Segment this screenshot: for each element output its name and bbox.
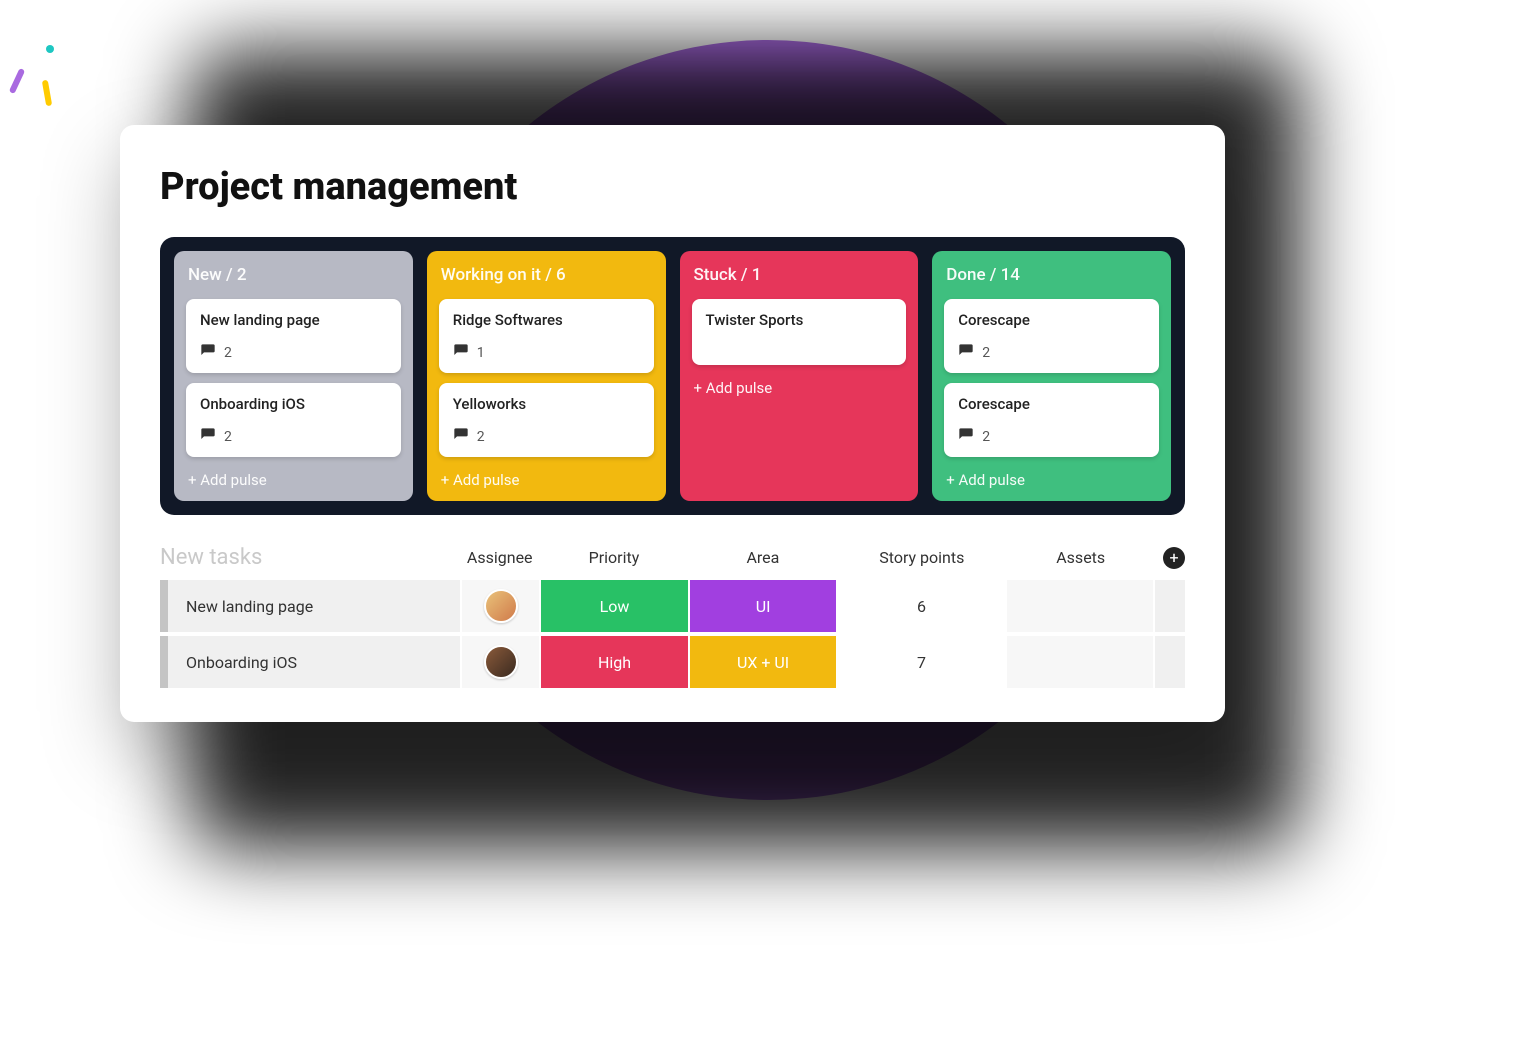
column-header: Working on it / 6: [439, 263, 654, 289]
kanban-card[interactable]: Corescape 2: [944, 383, 1159, 457]
row-accent: [160, 636, 168, 688]
comment-count: 2: [982, 429, 990, 445]
assignee-cell[interactable]: [462, 580, 539, 632]
priority-cell[interactable]: High: [541, 636, 688, 688]
kanban-card[interactable]: Ridge Softwares 1: [439, 299, 654, 373]
card-comments[interactable]: 2: [200, 427, 387, 447]
table-header-row: New tasks Assignee Priority Area Story p…: [160, 545, 1185, 580]
area-cell[interactable]: UX + UI: [690, 636, 837, 688]
assets-cell[interactable]: [1007, 580, 1154, 632]
section-title: New tasks: [160, 545, 460, 570]
column-working: Working on it / 6 Ridge Softwares 1 Yell…: [427, 251, 666, 501]
tasks-table: New tasks Assignee Priority Area Story p…: [160, 545, 1185, 688]
column-header: Stuck / 1: [692, 263, 907, 289]
add-pulse-button[interactable]: + Add pulse: [692, 375, 907, 399]
comment-icon: [958, 427, 974, 447]
kanban-card[interactable]: Corescape 2: [944, 299, 1159, 373]
add-pulse-button[interactable]: + Add pulse: [186, 467, 401, 491]
comment-icon: [200, 343, 216, 363]
column-done: Done / 14 Corescape 2 Corescape 2 + Add …: [932, 251, 1171, 501]
comment-count: 2: [224, 345, 232, 361]
comment-icon: [200, 427, 216, 447]
comment-count: 2: [982, 345, 990, 361]
add-pulse-button[interactable]: + Add pulse: [944, 467, 1159, 491]
col-header-area[interactable]: Area: [688, 548, 837, 567]
comment-icon: [453, 427, 469, 447]
kanban-card[interactable]: Onboarding iOS 2: [186, 383, 401, 457]
comment-count: 2: [477, 429, 485, 445]
add-column-button[interactable]: +: [1155, 547, 1185, 569]
trailing-cell: [1155, 636, 1185, 688]
column-header: Done / 14: [944, 263, 1159, 289]
col-header-priority[interactable]: Priority: [539, 548, 688, 567]
add-pulse-button[interactable]: + Add pulse: [439, 467, 654, 491]
comment-icon: [453, 343, 469, 363]
assets-cell[interactable]: [1007, 636, 1154, 688]
area-cell[interactable]: UI: [690, 580, 837, 632]
story-points-cell[interactable]: 6: [838, 580, 1004, 632]
task-name-cell[interactable]: New landing page: [168, 580, 460, 632]
card-title: Ridge Softwares: [453, 311, 640, 329]
comment-count: 2: [224, 429, 232, 445]
kanban-card[interactable]: Twister Sports: [692, 299, 907, 365]
card-title: Onboarding iOS: [200, 395, 387, 413]
column-new: New / 2 New landing page 2 Onboarding iO…: [174, 251, 413, 501]
main-panel: Project management New / 2 New landing p…: [120, 125, 1225, 722]
column-header: New / 2: [186, 263, 401, 289]
col-header-story-points[interactable]: Story points: [837, 548, 1006, 567]
card-comments[interactable]: 2: [453, 427, 640, 447]
card-comments[interactable]: 2: [958, 343, 1145, 363]
priority-label: High: [598, 653, 631, 672]
column-stuck: Stuck / 1 Twister Sports + Add pulse: [680, 251, 919, 501]
avatar: [484, 645, 518, 679]
card-comments[interactable]: 1: [453, 343, 640, 363]
trailing-cell: [1155, 580, 1185, 632]
plus-icon: +: [1163, 547, 1185, 569]
kanban-card[interactable]: New landing page 2: [186, 299, 401, 373]
comment-icon: [958, 343, 974, 363]
area-label: UI: [756, 597, 771, 616]
priority-cell[interactable]: Low: [541, 580, 688, 632]
avatar: [484, 589, 518, 623]
task-name-cell[interactable]: Onboarding iOS: [168, 636, 460, 688]
card-comments[interactable]: 2: [200, 343, 387, 363]
card-title: Corescape: [958, 311, 1145, 329]
card-title: Yelloworks: [453, 395, 640, 413]
story-points-cell[interactable]: 7: [838, 636, 1004, 688]
decorative-sparkle: [10, 40, 70, 110]
area-label: UX + UI: [737, 653, 789, 672]
card-title: New landing page: [200, 311, 387, 329]
kanban-board: New / 2 New landing page 2 Onboarding iO…: [160, 237, 1185, 515]
col-header-assignee[interactable]: Assignee: [460, 548, 539, 567]
page-title: Project management: [160, 165, 1185, 209]
card-title: Twister Sports: [706, 311, 893, 329]
assignee-cell[interactable]: [462, 636, 539, 688]
task-row[interactable]: Onboarding iOS High UX + UI 7: [160, 636, 1185, 688]
comment-count: 1: [477, 345, 485, 361]
card-comments[interactable]: 2: [958, 427, 1145, 447]
task-row[interactable]: New landing page Low UI 6: [160, 580, 1185, 632]
card-title: Corescape: [958, 395, 1145, 413]
row-accent: [160, 580, 168, 632]
kanban-card[interactable]: Yelloworks 2: [439, 383, 654, 457]
col-header-assets[interactable]: Assets: [1006, 548, 1155, 567]
priority-label: Low: [600, 597, 630, 616]
